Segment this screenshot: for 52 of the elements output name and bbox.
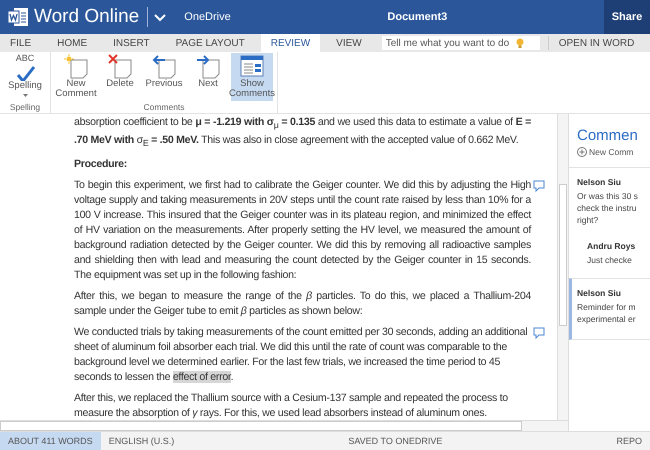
vertical-scrollbar[interactable] bbox=[557, 114, 568, 420]
plus-icon bbox=[577, 147, 587, 157]
body-paragraph: After this, we replaced the Thallium source with a Cesium-137 sample and repeated the process to measure the absorption of γ rays. For this, we used lead absorbers instead of aluminum ones. bbox=[74, 391, 509, 420]
body-paragraph: We conducted trials by taking measurements of the count emitted per 30 seconds, adding an additional sheet of aluminum foil absorber each trial. We did this until the rate of count was comparable to the background level we determined earlier. For the last few trials, we increased the time period to 45 seconds to lessen the effect of error. bbox=[74, 325, 528, 386]
chevron-down-icon[interactable] bbox=[154, 12, 166, 22]
comment-author: Andru Roys bbox=[587, 240, 636, 252]
status-item[interactable]: ENGLISH (U.S.) bbox=[100, 432, 182, 450]
tell-me-field[interactable]: Tell me what you want to do bbox=[382, 36, 540, 50]
ribbon-tab[interactable]: FILE bbox=[0, 34, 42, 52]
status-item[interactable]: SAVED TO ONEDRIVE bbox=[182, 432, 608, 450]
share-button[interactable]: Share bbox=[604, 0, 650, 34]
ribbon-tab[interactable]: VIEW bbox=[326, 34, 372, 52]
comment-card[interactable]: Nelson Siu Reminder for m experimental er bbox=[569, 278, 650, 340]
comments-pane-icon bbox=[239, 54, 265, 79]
group-label: Comments bbox=[143, 102, 185, 113]
status-item[interactable]: ABOUT 411 WORDS bbox=[0, 432, 101, 450]
word-logo-icon bbox=[8, 7, 28, 27]
caret-icon bbox=[22, 94, 28, 97]
ribbon-tab[interactable]: INSERT bbox=[103, 34, 160, 52]
body-paragraph: To begin this experiment, we first had to calibrate the Geiger counter. We did this by adjusting the High voltage supply and taking measurements in 20V steps until the count rate raised by less than 10% for a 100 V increase. This insured that the Geiger counter was in its plateau region, and minimized the effect of HV variation on the measurements. After properly setting the HV level, we measured the amount of background radiation detected by the Geiger counter. We did this by removing all radioactive samples and shielding then with lead and measuring the count detected by the Geiger counter in 15 seconds. The equipment was set up in the following fashion: bbox=[74, 178, 532, 284]
lightbulb-icon bbox=[516, 38, 524, 48]
breadcrumb-link[interactable]: OneDrive bbox=[184, 11, 231, 23]
comment-text: Or was this 30 s check the instru right? bbox=[577, 190, 639, 226]
pane-title: Commen bbox=[576, 126, 639, 144]
group-label: Spelling bbox=[10, 102, 40, 113]
open-in-word-button[interactable]: OPEN IN WORD bbox=[554, 38, 638, 48]
body-paragraph: After this, we began to measure the range of the β particles. To do this, we placed a Thallium-204 sample under the Geiger tube to emit β particles as shown below: bbox=[74, 289, 532, 320]
horizontal-scrollbar[interactable] bbox=[0, 420, 568, 431]
new-comment-button[interactable]: New Comm bbox=[569, 144, 650, 167]
ribbon-tab[interactable]: PAGE LAYOUT bbox=[166, 34, 255, 52]
ribbon-tab[interactable]: HOME bbox=[47, 34, 98, 52]
comment-author: Nelson Siu bbox=[577, 287, 622, 299]
ribbon-tab[interactable]: REVIEW bbox=[260, 34, 320, 52]
comment-icon[interactable] bbox=[533, 180, 546, 192]
comment-text: Reminder for m experimental er bbox=[577, 301, 637, 325]
comment-icon[interactable] bbox=[533, 327, 546, 340]
spelling-button[interactable]: ABC Spelling bbox=[4, 53, 46, 101]
checkmark-icon bbox=[14, 63, 36, 81]
status-item[interactable]: REPO bbox=[608, 432, 650, 450]
comment-tool-button[interactable]: Show Comments bbox=[231, 53, 273, 101]
comment-card[interactable]: Nelson Siu Or was this 30 s check the instru right? Andru Roys Just checke bbox=[569, 167, 650, 278]
comment-tool-button[interactable]: Delete bbox=[99, 53, 141, 101]
comment-tool-button[interactable]: Previous bbox=[143, 53, 185, 101]
comment-tool-button[interactable]: Next bbox=[187, 53, 229, 101]
section-heading: Procedure: bbox=[74, 157, 128, 172]
comment-text: Just checke bbox=[587, 254, 633, 266]
comment-author: Nelson Siu bbox=[577, 176, 622, 188]
body-paragraph: absorption coefficient to be μ = -1.219 with σ$_{μ}$ = 0.135 and we used this data to estimate a value of E = .70 MeV with σ$_{E}$ = .50 MeV. This was also in close agreement with the accepted value of 0.662 MeV. bbox=[74, 115, 532, 150]
abc-label: ABC bbox=[16, 54, 34, 63]
document-title: Document3 bbox=[386, 11, 448, 23]
comment-tool-button[interactable]: New Comment bbox=[55, 53, 97, 101]
app-name: Word Online bbox=[34, 6, 140, 28]
